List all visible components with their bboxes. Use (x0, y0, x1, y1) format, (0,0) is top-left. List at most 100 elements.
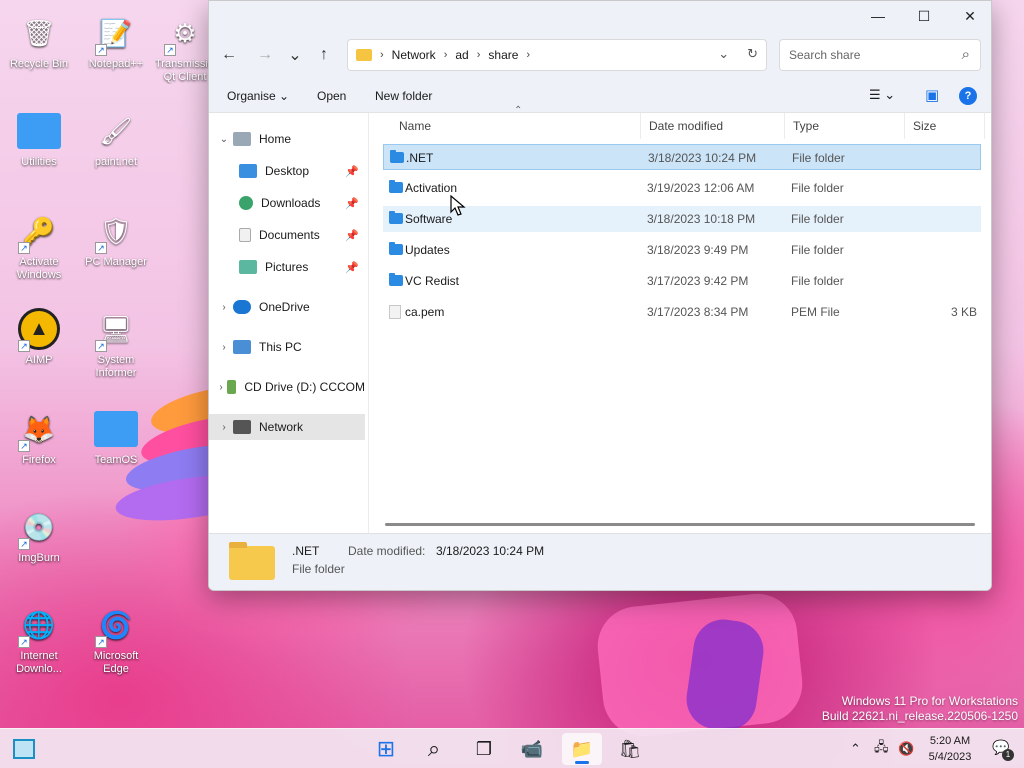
chevron-right-icon[interactable]: › (215, 302, 233, 313)
desktop-icon-paintnet[interactable]: 🖌 paint.net (80, 108, 152, 169)
chevron-right-icon[interactable]: › (215, 422, 233, 433)
desktop-icon-recycle-bin[interactable]: 🗑 Recycle Bin (3, 10, 75, 71)
maximize-button[interactable]: ☐ (901, 1, 947, 31)
folder-icon (389, 180, 403, 193)
table-row[interactable]: VC Redist 3/17/2023 9:42 PM File folder (383, 268, 981, 294)
details-name: .NET (292, 544, 320, 558)
back-button[interactable]: ← (215, 41, 243, 69)
network-icon (233, 420, 251, 434)
open-button[interactable]: Open (317, 89, 346, 103)
desktop-icon-pc-manager[interactable]: 🛡 ↗ PC Manager (80, 208, 152, 269)
breadcrumb-item-share[interactable]: share (488, 48, 518, 62)
column-header-name[interactable]: Name (391, 113, 641, 139)
view-options-button[interactable]: ☰ ⌄ (869, 87, 895, 103)
store-button[interactable]: 🛍 (610, 733, 650, 765)
desktop-icon-label: TeamOS (94, 454, 138, 466)
search-button[interactable]: ⌕ (414, 733, 454, 765)
sidebar-item-home[interactable]: ⌄ Home (209, 126, 365, 152)
desktop-icon-firefox[interactable]: 🦊 ↗ Firefox (3, 406, 75, 467)
address-bar[interactable]: › Network › ad › share › ⌄ ↻ (347, 39, 767, 71)
sidebar-item-this-pc[interactable]: › This PC (209, 334, 365, 360)
transmission-icon: ⚙ ↗ (162, 10, 208, 56)
desktop-icon-imgburn[interactable]: 💿 ↗ ImgBurn (3, 504, 75, 565)
sidebar-item-label: Home (259, 132, 292, 146)
preview-pane-icon[interactable]: ▣ (925, 86, 939, 104)
chevron-up-icon: ⌃ (850, 741, 861, 756)
table-row[interactable]: .NET 3/18/2023 10:24 PM File folder (383, 144, 981, 170)
taskbar-clock[interactable]: 5:20 AM 5/4/2023 (922, 733, 978, 765)
close-button[interactable]: ✕ (947, 1, 991, 31)
title-bar[interactable]: — ☐ ✕ (209, 1, 991, 31)
recent-locations-button[interactable]: ⌄ (281, 41, 309, 69)
refresh-icon[interactable]: ↻ (747, 46, 758, 62)
desktop-icon-label: Firefox (22, 454, 56, 466)
address-dropdown-icon[interactable]: ⌄ (718, 46, 729, 62)
sidebar-item-desktop[interactable]: Desktop 📌 (209, 158, 365, 184)
desktop-icon-label: Microsoft Edge (93, 650, 139, 675)
task-view-button[interactable]: ❐ (464, 733, 504, 765)
column-header-date[interactable]: Date modified (641, 113, 785, 139)
desktop-icon-teamos[interactable]: TeamOS (80, 406, 152, 467)
desktop-icon-idm[interactable]: 🌐 ↗ Internet Downlo... (3, 602, 75, 676)
desktop-icon-edge[interactable]: 🌀 ↗ Microsoft Edge (80, 602, 152, 676)
sidebar-item-pictures[interactable]: Pictures 📌 (209, 254, 365, 280)
forward-button[interactable]: → (251, 41, 279, 69)
minimize-button[interactable]: — (855, 1, 901, 31)
store-icon: 🛍 (618, 738, 642, 759)
desktop-icon-activate-windows[interactable]: 🔑 ↗ Activate Windows (3, 208, 75, 282)
desktop-icon-system-informer[interactable]: 🖥 ↗ System Informer (80, 306, 152, 380)
start-button[interactable]: ⊞ (366, 733, 406, 765)
breadcrumb-item-ad[interactable]: ad (455, 48, 468, 62)
desktop-icon-transmission[interactable]: ⚙ ↗ Transmission Qt Client (155, 10, 215, 84)
desktop-icon-notepadpp[interactable]: 📝 ↗ Notepad++ (80, 10, 152, 71)
sidebar-item-network[interactable]: › Network (209, 414, 365, 440)
computer-icon (233, 340, 251, 354)
table-row[interactable]: Activation 3/19/2023 12:06 AM File folde… (383, 175, 981, 201)
column-header-size[interactable]: Size (905, 113, 985, 139)
cloud-icon (233, 300, 251, 314)
file-explorer-taskbar-button[interactable]: 📁 (562, 733, 602, 765)
desktop-icon-aimp[interactable]: ▲ ↗ AIMP (3, 306, 75, 367)
sidebar-item-onedrive[interactable]: › OneDrive (209, 294, 365, 320)
desktop-icon-label: Notepad++ (88, 58, 144, 70)
table-row[interactable]: ca.pem 3/17/2023 8:34 PM PEM File 3 KB (383, 299, 981, 325)
shortcut-arrow-icon: ↗ (95, 242, 107, 254)
sidebar-item-documents[interactable]: Documents 📌 (209, 222, 365, 248)
chevron-down-icon[interactable]: ⌄ (215, 134, 233, 145)
breadcrumb-item-network[interactable]: Network (392, 48, 436, 62)
windows-logo-icon: ⊞ (376, 736, 396, 761)
shortcut-arrow-icon: ↗ (95, 44, 107, 56)
file-date: 3/17/2023 8:34 PM (647, 305, 749, 319)
search-icon: ⌕ (961, 46, 970, 63)
teams-button[interactable]: 📹 (512, 733, 552, 765)
desktop-icon-utilities[interactable]: Utilities (3, 108, 75, 169)
folder-icon (16, 108, 62, 154)
up-button[interactable]: ↑ (310, 41, 338, 69)
chevron-right-icon[interactable]: › (215, 382, 227, 393)
network-status-button[interactable]: 🖧 (874, 729, 889, 768)
show-hidden-icons-button[interactable]: ⌃ (850, 729, 861, 768)
organise-button[interactable]: Organise ⌄ (227, 89, 289, 103)
chevron-right-icon[interactable]: › (215, 342, 233, 353)
sidebar-item-downloads[interactable]: Downloads 📌 (209, 190, 365, 216)
pin-icon: 📌 (345, 197, 359, 210)
desktop-icon (239, 164, 257, 178)
maximize-icon: ☐ (917, 7, 931, 24)
breadcrumb-separator[interactable]: › (526, 49, 530, 61)
volume-button[interactable]: 🔇 (898, 729, 914, 768)
sidebar-item-cd-drive[interactable]: › CD Drive (D:) CCCOM (209, 374, 365, 400)
folder-icon (229, 542, 275, 580)
column-header-type[interactable]: Type (785, 113, 905, 139)
sidebar-item-label: This PC (259, 340, 302, 354)
notifications-button[interactable]: 💬 1 (990, 739, 1014, 761)
help-icon[interactable]: ? (959, 87, 977, 105)
horizontal-scrollbar[interactable] (385, 523, 975, 526)
search-input[interactable]: Search share ⌕ (779, 39, 981, 71)
table-row[interactable]: Updates 3/18/2023 9:49 PM File folder (383, 237, 981, 263)
folder-icon (93, 406, 139, 452)
widgets-button[interactable] (4, 733, 44, 765)
table-row[interactable]: Software 3/18/2023 10:18 PM File folder (383, 206, 981, 232)
desktop-icon-label: Internet Downlo... (16, 650, 62, 675)
new-folder-button[interactable]: New folder (375, 89, 432, 103)
clock-date: 5/4/2023 (928, 751, 972, 763)
